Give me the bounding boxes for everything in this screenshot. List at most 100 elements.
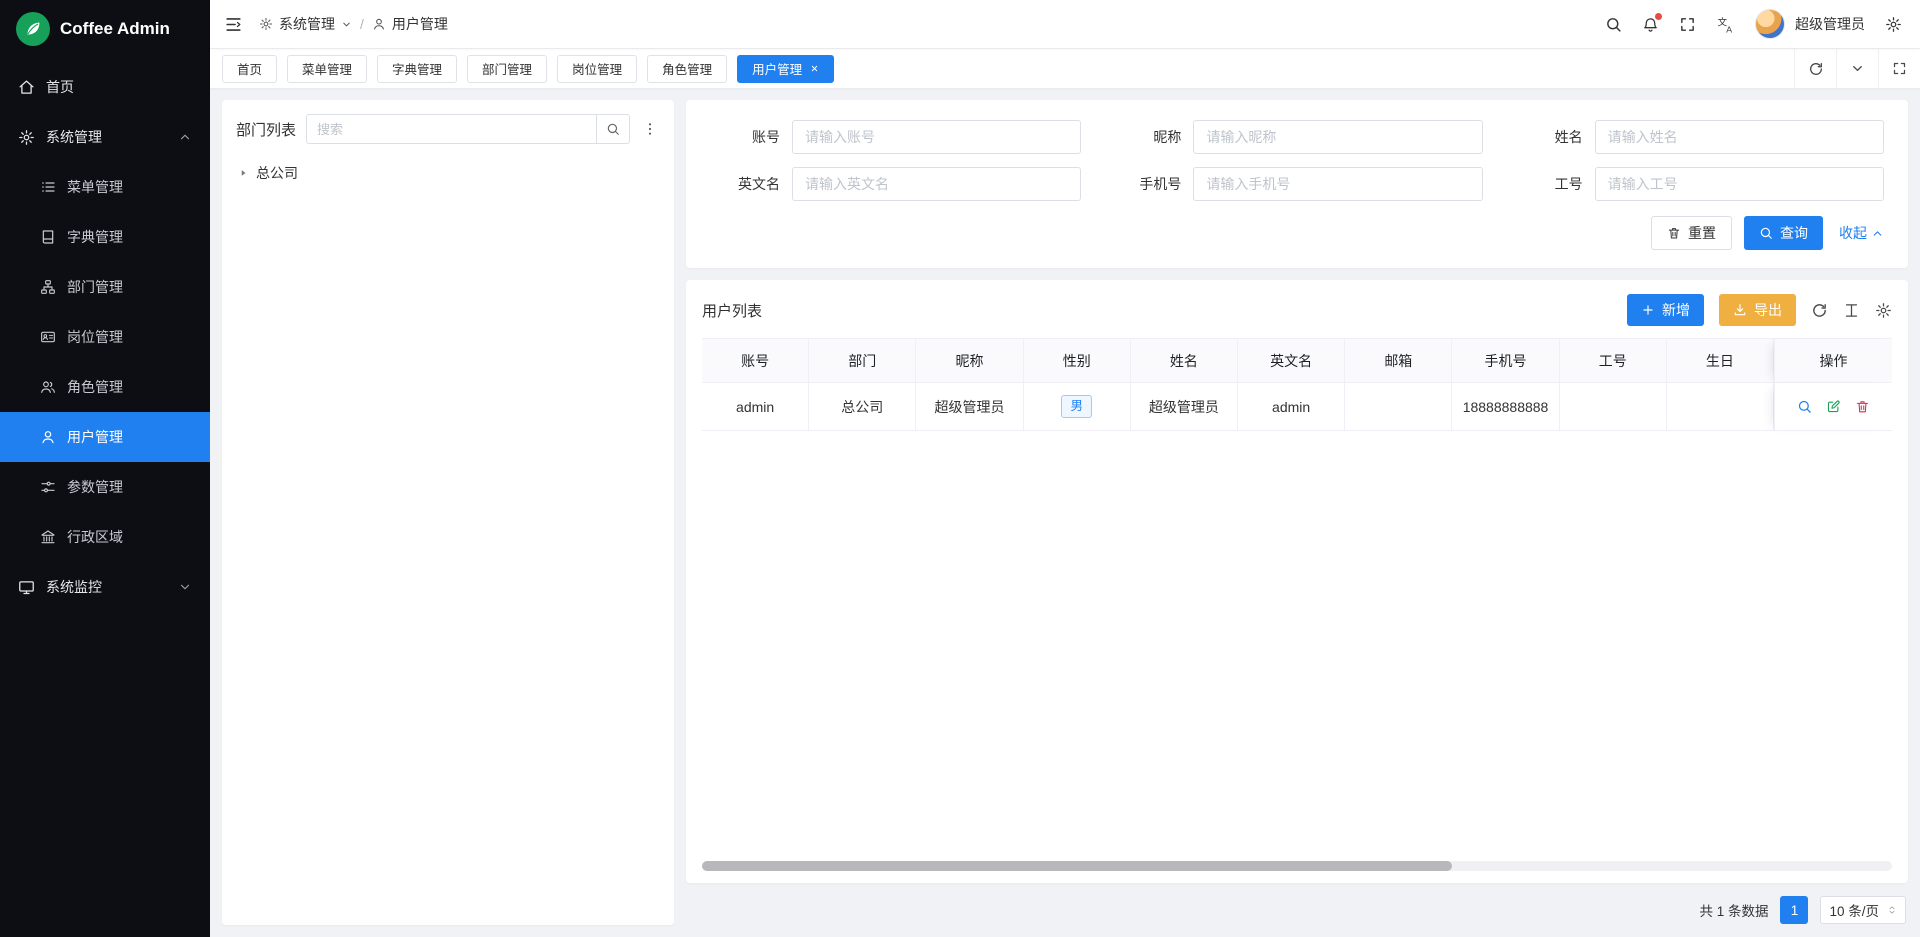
tab-close-icon[interactable] (810, 64, 819, 73)
translate-icon[interactable] (1716, 15, 1735, 34)
notification-bell-icon[interactable] (1642, 16, 1659, 33)
tab-user-management[interactable]: 用户管理 (737, 55, 834, 83)
page-content: 部门列表 总公司 账号 (210, 88, 1920, 937)
search-icon[interactable] (1605, 16, 1622, 33)
app-logo[interactable]: Coffee Admin (0, 0, 210, 58)
tab-dictionary-management[interactable]: 字典管理 (377, 55, 457, 83)
sidebar-item-label: 系统监控 (46, 577, 102, 597)
page-size-value: 10 条/页 (1829, 900, 1879, 920)
sidebar-item-user-management[interactable]: 用户管理 (0, 412, 210, 462)
tab-home[interactable]: 首页 (222, 55, 277, 83)
tab-department-management[interactable]: 部门管理 (467, 55, 547, 83)
sidebar-item-system-monitor[interactable]: 系统监控 (0, 562, 210, 612)
sidebar-item-role-management[interactable]: 角色管理 (0, 362, 210, 412)
name-input[interactable] (1595, 120, 1884, 154)
reset-button-label: 重置 (1688, 223, 1716, 243)
filter-field-phone: 手机号 (1111, 167, 1512, 201)
sidebar-item-label: 岗位管理 (67, 327, 123, 347)
page-size-select[interactable]: 10 条/页 (1820, 896, 1906, 924)
breadcrumb-system-management[interactable]: 系统管理 (259, 14, 352, 34)
tab-post-management[interactable]: 岗位管理 (557, 55, 637, 83)
reset-button[interactable]: 重置 (1651, 216, 1732, 250)
id-badge-icon (40, 329, 56, 345)
current-username[interactable]: 超级管理员 (1795, 14, 1865, 34)
sidebar-item-parameter-management[interactable]: 参数管理 (0, 462, 210, 512)
cell-name: 超级管理员 (1131, 383, 1238, 431)
tab-label: 部门管理 (482, 59, 532, 78)
field-label: 英文名 (710, 174, 780, 194)
nickname-input[interactable] (1193, 120, 1482, 154)
collapse-label: 收起 (1839, 223, 1867, 243)
delete-trash-icon[interactable] (1855, 399, 1870, 414)
sidebar-item-home[interactable]: 首页 (0, 62, 210, 112)
table-refresh-icon[interactable] (1811, 302, 1828, 319)
phone-input[interactable] (1193, 167, 1482, 201)
column-header-gender: 性别 (1024, 339, 1131, 383)
gender-tag: 男 (1061, 395, 1092, 417)
department-search-input[interactable] (306, 114, 596, 144)
fullscreen-icon[interactable] (1679, 16, 1696, 33)
cell-email (1345, 383, 1452, 431)
sidebar-item-department-management[interactable]: 部门管理 (0, 262, 210, 312)
tabs-dropdown-chevron-icon[interactable] (1836, 49, 1878, 88)
column-header-phone: 手机号 (1452, 339, 1559, 383)
sidebar-menu: 首页 系统管理 菜单管理 字典管理 部门管理 岗位管理 角色管理 (0, 58, 210, 937)
app-title: Coffee Admin (60, 19, 170, 39)
pagination: 共 1 条数据 1 10 条/页 (686, 895, 1908, 925)
department-search-button[interactable] (596, 114, 630, 144)
sliders-icon (40, 479, 56, 495)
filter-row: 英文名 手机号 工号 (710, 167, 1884, 201)
department-panel: 部门列表 总公司 (222, 100, 674, 925)
chevron-down-icon (178, 580, 192, 594)
content-fullscreen-icon[interactable] (1878, 49, 1920, 88)
edit-icon[interactable] (1826, 399, 1841, 414)
org-tree-icon (40, 279, 56, 295)
cell-gender: 男 (1024, 383, 1131, 431)
sidebar-item-administrative-region[interactable]: 行政区域 (0, 512, 210, 562)
column-settings-gear-icon[interactable] (1875, 302, 1892, 319)
sidebar-item-dictionary-management[interactable]: 字典管理 (0, 212, 210, 262)
export-button[interactable]: 导出 (1719, 294, 1796, 326)
breadcrumb-user-management[interactable]: 用户管理 (372, 14, 448, 34)
tree-node-head-office[interactable]: 总公司 (236, 158, 660, 188)
job-number-input[interactable] (1595, 167, 1884, 201)
user-icon (40, 429, 56, 445)
user-list-title: 用户列表 (702, 300, 762, 321)
filter-actions: 重置 查询 收起 (710, 216, 1884, 250)
tab-label: 字典管理 (392, 59, 442, 78)
english-name-input[interactable] (792, 167, 1081, 201)
account-input[interactable] (792, 120, 1081, 154)
add-user-button[interactable]: 新增 (1627, 294, 1704, 326)
row-height-icon[interactable] (1843, 302, 1860, 319)
dictionary-book-icon (40, 229, 56, 245)
avatar[interactable] (1755, 9, 1785, 39)
collapse-filter-link[interactable]: 收起 (1839, 223, 1884, 243)
more-options-icon[interactable] (640, 121, 660, 137)
trash-icon (1667, 226, 1681, 240)
coffee-logo-icon (16, 12, 50, 46)
tab-menu-management[interactable]: 菜单管理 (287, 55, 367, 83)
breadcrumb: 系统管理 / 用户管理 (259, 14, 448, 34)
sidebar-item-label: 部门管理 (67, 277, 123, 297)
menu-fold-icon[interactable] (224, 15, 243, 34)
sidebar-item-label: 用户管理 (67, 427, 123, 447)
cell-department: 总公司 (809, 383, 916, 431)
user-icon (372, 17, 386, 31)
tab-role-management[interactable]: 角色管理 (647, 55, 727, 83)
page-1-button[interactable]: 1 (1780, 896, 1808, 924)
horizontal-scrollbar-track[interactable] (702, 861, 1892, 871)
cell-english-name: admin (1238, 383, 1345, 431)
search-button[interactable]: 查询 (1744, 216, 1823, 250)
sidebar-item-system-management[interactable]: 系统管理 (0, 112, 210, 162)
tabs-refresh-icon[interactable] (1794, 49, 1836, 88)
view-detail-icon[interactable] (1797, 399, 1812, 414)
chevron-up-icon (178, 130, 192, 144)
sidebar-item-post-management[interactable]: 岗位管理 (0, 312, 210, 362)
gear-icon (18, 129, 35, 146)
sidebar-item-menu-management[interactable]: 菜单管理 (0, 162, 210, 212)
header-actions: 超级管理员 (1605, 9, 1902, 39)
horizontal-scrollbar-thumb[interactable] (702, 861, 1452, 871)
filter-field-english-name: 英文名 (710, 167, 1111, 201)
tree-expand-caret-icon[interactable] (238, 168, 248, 178)
settings-gear-icon[interactable] (1885, 16, 1902, 33)
